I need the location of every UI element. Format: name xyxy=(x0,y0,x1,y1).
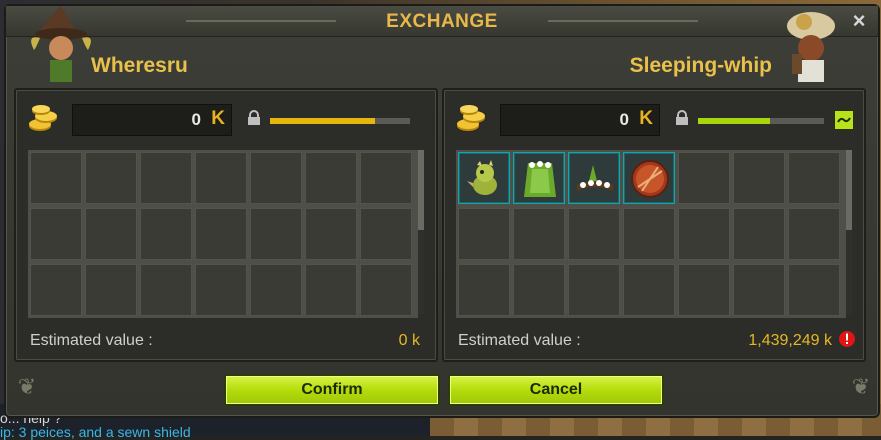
estimated-value-label: Estimated value : xyxy=(30,332,153,349)
coins-icon xyxy=(29,105,57,131)
item-slot[interactable] xyxy=(513,152,565,204)
item-slot[interactable] xyxy=(788,264,840,316)
item-slot[interactable] xyxy=(305,208,357,260)
player-name-right: Sleeping-whip xyxy=(629,54,772,77)
item-slot[interactable] xyxy=(30,208,82,260)
item-slot[interactable] xyxy=(458,152,510,204)
window-title: EXCHANGE xyxy=(386,11,498,32)
item-slot[interactable] xyxy=(30,264,82,316)
player-avatar-right xyxy=(776,4,846,84)
kamas-value: 0 xyxy=(191,110,201,129)
scroll-thumb[interactable] xyxy=(418,150,424,230)
item-slot[interactable] xyxy=(140,208,192,260)
item-slot[interactable] xyxy=(788,208,840,260)
kamas-input[interactable]: 0 K xyxy=(500,104,660,136)
item-slot[interactable] xyxy=(250,264,302,316)
cancel-button[interactable]: Cancel xyxy=(448,374,664,406)
coins-icon xyxy=(457,105,485,131)
item-slot[interactable] xyxy=(250,208,302,260)
item-slot[interactable] xyxy=(678,264,730,316)
item-slot[interactable] xyxy=(30,152,82,204)
item-slot[interactable] xyxy=(360,208,412,260)
title-bar[interactable]: EXCHANGE × xyxy=(6,6,878,37)
pods-bar-fill xyxy=(698,118,770,124)
left-trade-panel: 0 K Estimated value : 0 k xyxy=(14,88,438,362)
item-slot[interactable] xyxy=(250,152,302,204)
kama-icon: K xyxy=(211,108,225,129)
item-slot[interactable] xyxy=(195,264,247,316)
scrollbar[interactable] xyxy=(418,150,424,314)
item-slot[interactable] xyxy=(623,208,675,260)
item-slot[interactable] xyxy=(85,208,137,260)
item-slot[interactable] xyxy=(85,264,137,316)
item-slot[interactable] xyxy=(458,208,510,260)
scroll-thumb[interactable] xyxy=(846,150,852,230)
item-slot[interactable] xyxy=(788,152,840,204)
scrollbar[interactable] xyxy=(846,150,852,314)
check-wave-icon xyxy=(837,117,851,123)
weight-icon xyxy=(676,110,688,125)
item-slot[interactable] xyxy=(513,208,565,260)
estimated-value: 1,439,249 k xyxy=(748,332,832,349)
item-slot[interactable] xyxy=(458,264,510,316)
estimated-value: 0 k xyxy=(398,332,420,349)
item-slot[interactable] xyxy=(568,152,620,204)
player-name-left: Wheresru xyxy=(91,54,188,77)
item-slot[interactable] xyxy=(513,264,565,316)
player-avatar-left xyxy=(26,4,96,84)
item-slot[interactable] xyxy=(623,152,675,204)
item-slot[interactable] xyxy=(678,208,730,260)
item-slot[interactable] xyxy=(195,152,247,204)
item-slot[interactable] xyxy=(85,152,137,204)
item-grid xyxy=(28,150,418,318)
item-slot[interactable] xyxy=(305,152,357,204)
item-slot[interactable] xyxy=(195,208,247,260)
item-slot[interactable] xyxy=(733,208,785,260)
item-grid xyxy=(456,150,846,318)
item-slot[interactable] xyxy=(140,152,192,204)
kamas-input[interactable]: 0 K xyxy=(72,104,232,136)
right-trade-panel: 0 K Estimated value : 1,439,249 k xyxy=(442,88,866,362)
item-slot[interactable] xyxy=(360,264,412,316)
weight-icon xyxy=(248,110,260,125)
warning-icon[interactable] xyxy=(838,330,856,348)
item-slot[interactable] xyxy=(568,208,620,260)
item-slot[interactable] xyxy=(305,264,357,316)
item-slot[interactable] xyxy=(568,264,620,316)
pods-bar-fill xyxy=(270,118,375,124)
item-slot[interactable] xyxy=(623,264,675,316)
exchange-window: EXCHANGE × Wheresru Sleeping-whip 0 K Es… xyxy=(4,4,880,418)
confirm-button[interactable]: Confirm xyxy=(224,374,440,406)
kama-icon: K xyxy=(639,108,653,129)
pods-bar xyxy=(270,118,410,124)
corner-ornament-icon: ❦ xyxy=(17,374,37,399)
estimated-value-label: Estimated value : xyxy=(458,332,581,349)
item-slot[interactable] xyxy=(360,152,412,204)
chat-line: ip: 3 peices, and a sewn shield xyxy=(0,424,191,440)
pods-bar xyxy=(698,118,824,124)
item-slot[interactable] xyxy=(733,152,785,204)
corner-ornament-icon: ❦ xyxy=(851,374,871,399)
item-slot[interactable] xyxy=(733,264,785,316)
item-slot[interactable] xyxy=(140,264,192,316)
close-button[interactable]: × xyxy=(848,10,870,32)
ready-toggle-button[interactable] xyxy=(834,110,854,130)
item-slot[interactable] xyxy=(678,152,730,204)
kamas-value: 0 xyxy=(619,110,629,129)
